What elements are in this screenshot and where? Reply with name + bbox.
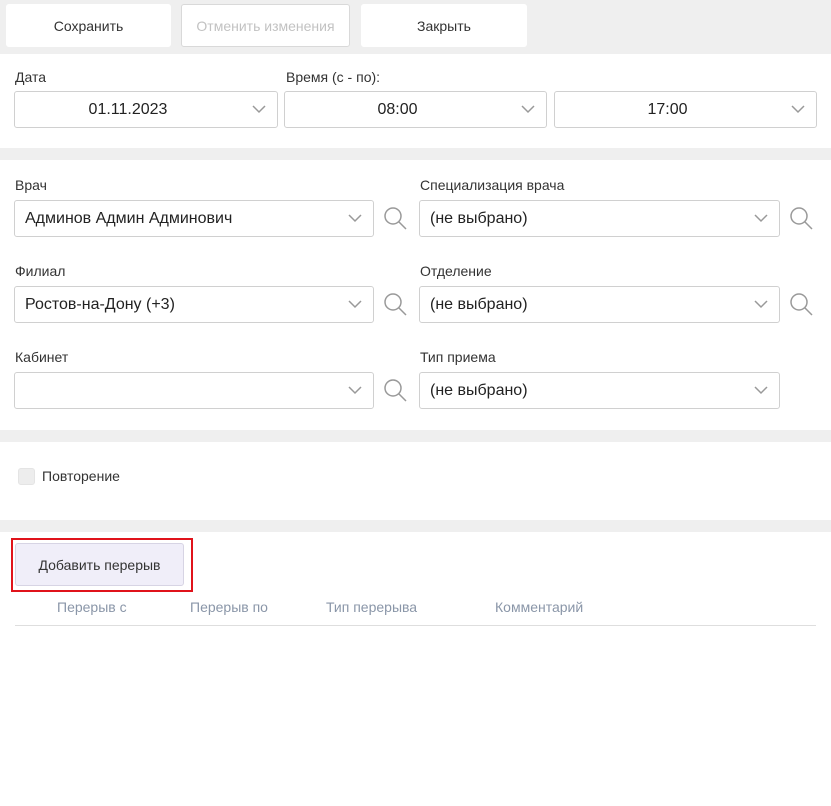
chevron-down-icon <box>521 105 535 114</box>
appointment-type-select[interactable]: (не выбрано) <box>419 372 780 409</box>
table-header-divider <box>15 625 816 626</box>
column-header-comment[interactable]: Комментарий <box>495 599 583 615</box>
column-header-break-from[interactable]: Перерыв с <box>57 599 127 615</box>
time-label: Время (с - по): <box>286 69 381 85</box>
time-from-value: 08:00 <box>377 101 418 118</box>
specialization-select[interactable]: (не выбрано) <box>419 200 780 237</box>
date-label: Дата <box>15 69 47 85</box>
time-to-select[interactable]: 17:00 <box>554 91 817 128</box>
chevron-down-icon <box>754 386 768 395</box>
cancel-changes-button[interactable]: Отменить изменения <box>181 4 350 47</box>
branch-value: Ростов-на-Дону (+3) <box>25 296 175 313</box>
department-search-icon[interactable] <box>788 291 814 317</box>
specialization-value: (не выбрано) <box>430 210 528 227</box>
add-break-button[interactable]: Добавить перерыв <box>15 543 184 586</box>
section-divider <box>0 520 831 532</box>
doctor-value: Админов Админ Админович <box>25 210 233 227</box>
repeat-checkbox[interactable] <box>18 468 35 485</box>
chevron-down-icon <box>348 300 362 309</box>
chevron-down-icon <box>754 214 768 223</box>
doctor-select[interactable]: Админов Админ Админович <box>14 200 374 237</box>
cabinet-search-icon[interactable] <box>382 377 408 403</box>
branch-select[interactable]: Ростов-на-Дону (+3) <box>14 286 374 323</box>
date-value: 01.11.2023 <box>88 101 168 118</box>
doctor-search-icon[interactable] <box>382 205 408 231</box>
department-label: Отделение <box>420 263 492 279</box>
chevron-down-icon <box>348 214 362 223</box>
save-button[interactable]: Сохранить <box>6 4 171 47</box>
appointment-type-label: Тип приема <box>420 349 496 365</box>
branch-label: Филиал <box>15 263 66 279</box>
close-button[interactable]: Закрыть <box>361 4 527 47</box>
time-from-select[interactable]: 08:00 <box>284 91 547 128</box>
specialization-label: Специализация врача <box>420 177 565 193</box>
appointment-type-value: (не выбрано) <box>430 382 528 399</box>
section-divider <box>0 148 831 160</box>
chevron-down-icon <box>252 105 266 114</box>
cabinet-label: Кабинет <box>15 349 69 365</box>
repeat-label: Повторение <box>42 468 120 484</box>
toolbar: Сохранить Отменить изменения Закрыть <box>0 0 831 54</box>
time-to-value: 17:00 <box>647 101 688 118</box>
chevron-down-icon <box>791 105 805 114</box>
doctor-label: Врач <box>15 177 47 193</box>
cabinet-select[interactable] <box>14 372 374 409</box>
branch-search-icon[interactable] <box>382 291 408 317</box>
column-header-break-type[interactable]: Тип перерыва <box>326 599 417 615</box>
specialization-search-icon[interactable] <box>788 205 814 231</box>
department-value: (не выбрано) <box>430 296 528 313</box>
date-select[interactable]: 01.11.2023 <box>14 91 278 128</box>
column-header-break-to[interactable]: Перерыв по <box>190 599 268 615</box>
department-select[interactable]: (не выбрано) <box>419 286 780 323</box>
breaks-table-body <box>15 627 816 797</box>
chevron-down-icon <box>348 386 362 395</box>
section-divider <box>0 430 831 442</box>
chevron-down-icon <box>754 300 768 309</box>
